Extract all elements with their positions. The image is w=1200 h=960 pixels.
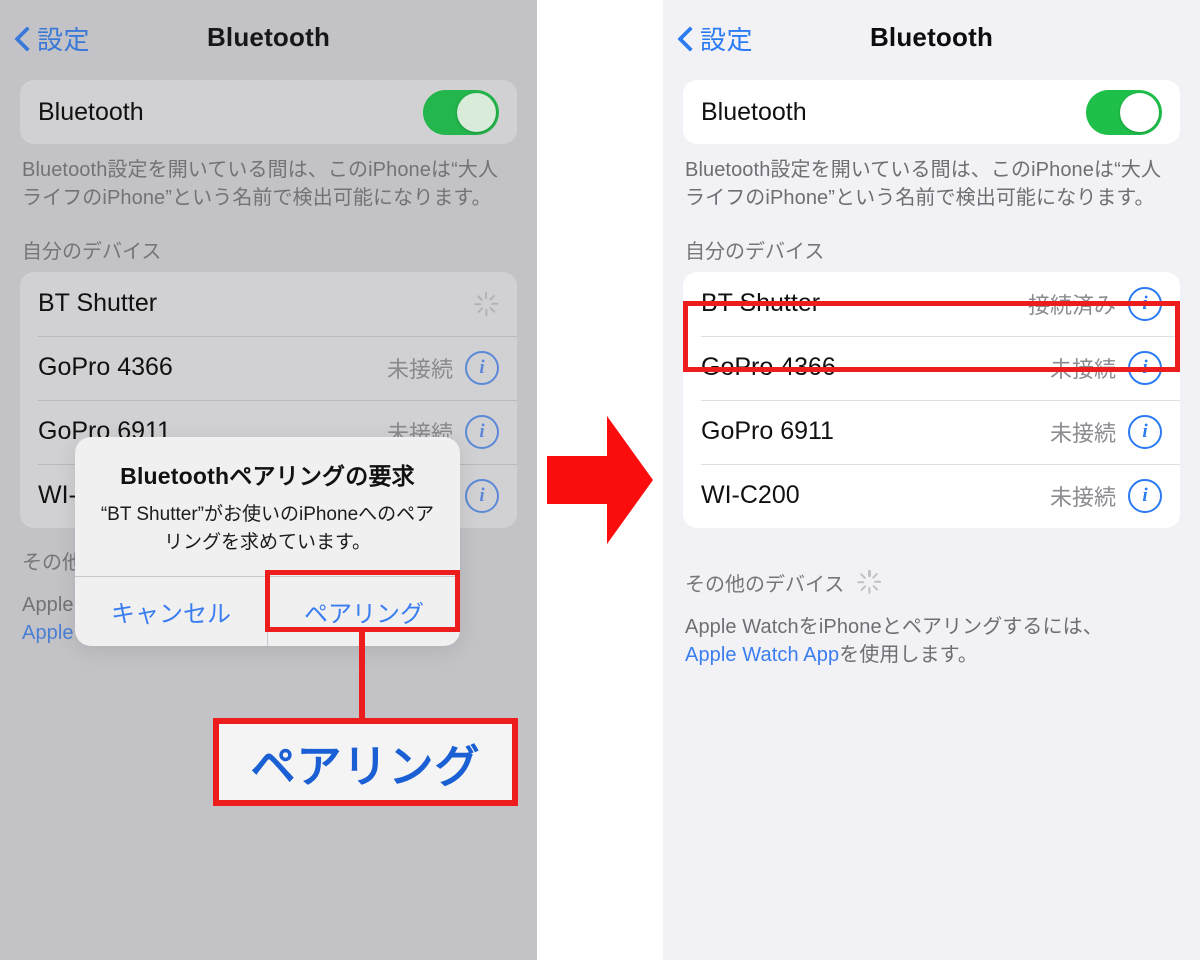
device-name: GoPro 4366 [701,353,836,382]
apple-watch-note-part1: Apple WatchをiPhoneとペアリングするには、 [685,615,1103,638]
apple-watch-app-link[interactable]: Apple Watch App [685,644,839,666]
device-status: 未接続 [1049,484,1116,510]
device-status: 未接続 [1049,420,1116,446]
my-devices-header-label: 自分のデバイス [685,240,825,263]
info-icon[interactable]: i [465,478,499,513]
device-status: 接続済み [1027,292,1116,318]
device-row-wi-c200[interactable]: WI-C200 未接続 i [683,463,1180,528]
loading-spinner-icon [856,569,882,595]
page-title: Bluetooth [206,22,331,52]
my-devices-card: BT Shutter 接続済み i GoPro 4366 未接続 i GoPro… [683,271,1180,528]
dialog-title: Bluetoothペアリングの要求 [120,463,415,489]
annotation-connector-line [359,630,365,722]
apple-watch-note: Apple WatchをiPhoneとペアリングするには、 Apple Watc… [685,613,1178,670]
device-row-gopro-4366[interactable]: GoPro 4366 未接続 i [20,335,517,400]
device-name: GoPro 4366 [38,353,173,382]
bluetooth-description: Bluetooth設定を開いている間は、このiPhoneは“大人ライフのiPho… [685,159,1162,210]
device-name: BT Shutter [701,289,821,318]
dialog-message: “BT Shutter”がお使いのiPhoneへのペアリングを求めています。 [100,504,435,553]
bluetooth-description: Bluetooth設定を開いている間は、このiPhoneは“大人ライフのiPho… [22,159,499,210]
device-name: BT Shutter [38,289,158,318]
device-status: 未接続 [386,356,453,382]
info-icon[interactable]: i [1128,414,1162,449]
bluetooth-pairing-request-dialog: Bluetoothペアリングの要求 “BT Shutter”がお使いのiPhon… [75,437,460,647]
bluetooth-label: Bluetooth [38,97,144,126]
bluetooth-toggle-row[interactable]: Bluetooth [20,80,517,144]
annotation-callout-label: ペアリング [250,740,481,792]
toggle-knob [457,92,496,132]
info-icon[interactable]: i [1128,350,1162,385]
bluetooth-toggle-card: Bluetooth [683,80,1180,144]
info-icon[interactable]: i [1128,286,1162,321]
loading-spinner-icon [473,291,499,317]
arrow-right-icon [547,416,653,544]
other-devices-header-label: その他のデバイス [685,573,845,596]
apple-watch-note-part2: を使用します。 [839,644,978,667]
my-devices-header: 自分のデバイス [22,235,515,264]
other-devices-header: その他のデバイス [685,568,1178,597]
annotation-callout-pairing: ペアリング [213,718,518,806]
device-name: WI-C200 [701,481,800,510]
info-icon[interactable]: i [465,350,499,385]
my-devices-header-label: 自分のデバイス [22,240,162,263]
bluetooth-toggle-switch[interactable] [1086,89,1162,135]
bluetooth-toggle-switch[interactable] [423,89,499,135]
device-name: GoPro 6911 [701,417,834,446]
bluetooth-label: Bluetooth [701,97,807,126]
device-row-gopro-4366[interactable]: GoPro 4366 未接続 i [683,335,1180,400]
navigation-bar: 設定 Bluetooth [0,0,537,80]
device-row-bt-shutter[interactable]: BT Shutter 接続済み i [683,272,1180,336]
bluetooth-toggle-card: Bluetooth [20,80,517,144]
device-status: 未接続 [1049,356,1116,382]
cancel-button[interactable]: キャンセル [75,577,267,646]
device-row-gopro-6911[interactable]: GoPro 6911 未接続 i [683,399,1180,464]
my-devices-header: 自分のデバイス [685,235,1178,264]
navigation-bar: 設定 Bluetooth [663,0,1200,80]
right-screenshot-panel: 設定 Bluetooth Bluetooth Bluetooth設定を開いている… [663,0,1200,960]
info-icon[interactable]: i [465,414,499,449]
left-screenshot-panel: 設定 Bluetooth Bluetooth Bluetooth設定を開いている… [0,0,537,960]
device-row-bt-shutter[interactable]: BT Shutter [20,272,517,336]
info-icon[interactable]: i [1128,478,1162,513]
toggle-knob [1120,92,1159,132]
dialog-actions: キャンセル ペアリング [75,576,460,647]
bluetooth-toggle-row[interactable]: Bluetooth [683,80,1180,144]
dialog-body: Bluetoothペアリングの要求 “BT Shutter”がお使いのiPhon… [75,437,460,576]
page-title: Bluetooth [869,22,994,52]
